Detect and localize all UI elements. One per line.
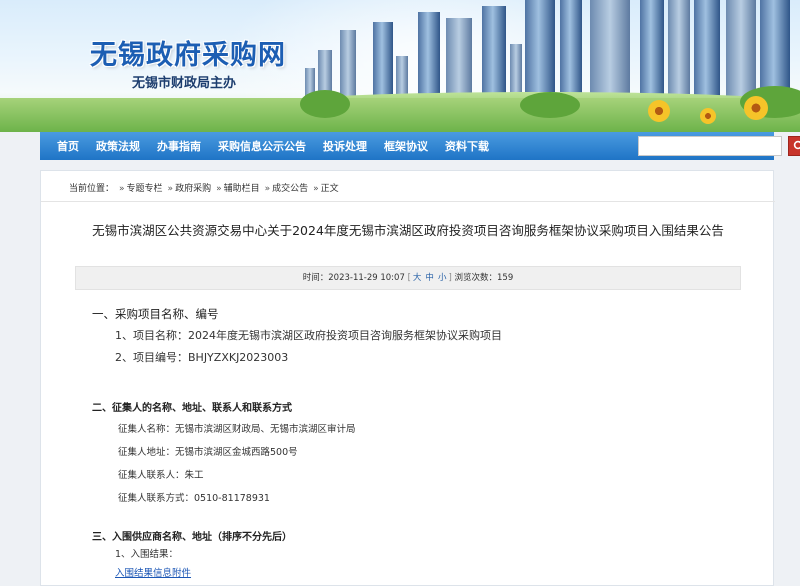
article-panel: 当前位置：» 专题专栏» 政府采购» 辅助栏目» 成交公告» 正文 无锡市滨湖区公共资源交… <box>40 170 775 586</box>
font-size-close: ] <box>448 273 452 283</box>
breadcrumb-separator: » <box>216 184 222 194</box>
building-decor <box>446 18 472 102</box>
building-decor <box>340 30 356 102</box>
nav-item-policies[interactable]: 政策法规 <box>96 138 140 154</box>
search-button[interactable] <box>788 136 800 156</box>
search-input[interactable] <box>638 136 782 156</box>
building-decor <box>418 12 440 102</box>
font-size-small[interactable]: 小 <box>438 273 447 283</box>
body-line: 征集人名称：无锡市滨湖区财政局、无锡市滨湖区审计局 <box>118 424 356 435</box>
main-nav: 首页 政策法规 办事指南 采购信息公示公告 投诉处理 框架协议 资料下载 <box>40 132 800 160</box>
body-line: 征集人联系方式：0510-81178931 <box>118 493 270 504</box>
meta-time: 2023-11-29 10:07 <box>328 273 405 283</box>
views-label: 浏览次数： <box>454 273 497 283</box>
body-line: 征集人地址：无锡市滨湖区金城西路500号 <box>118 447 298 458</box>
body-line: 1、入围结果： <box>115 549 179 560</box>
article-meta: 时间：2023-11-29 10:07 [大中小] 浏览次数：159 <box>75 266 741 290</box>
nav-item-framework[interactable]: 框架协议 <box>384 138 428 154</box>
header-banner: 无锡政府采购网 无锡市财政局主办 <box>0 0 800 132</box>
breadcrumb-separator: » <box>313 184 319 194</box>
building-decor <box>668 0 690 102</box>
sunflower-decor <box>648 100 670 122</box>
site-subtitle: 无锡市财政局主办 <box>132 76 237 91</box>
tree-decor <box>520 92 580 118</box>
search-icon <box>793 140 800 150</box>
nav-item-downloads[interactable]: 资料下载 <box>445 138 489 154</box>
breadcrumb-item-current: 正文 <box>320 184 339 194</box>
font-size-large[interactable]: 大 <box>413 273 422 283</box>
building-decor <box>373 22 393 102</box>
site-title: 无锡政府采购网 <box>90 40 286 71</box>
breadcrumb-prefix: 当前位置： <box>69 184 115 194</box>
breadcrumb-divider <box>41 201 775 202</box>
building-decor <box>482 6 506 102</box>
breadcrumb: 当前位置：» 专题专栏» 政府采购» 辅助栏目» 成交公告» 正文 <box>69 181 341 194</box>
body-line: 征集人联系人：朱工 <box>118 470 204 481</box>
breadcrumb-item-auxiliary[interactable]: 辅助栏目 <box>224 184 260 194</box>
breadcrumb-separator: » <box>167 184 174 194</box>
font-size-medium[interactable]: 中 <box>425 273 434 283</box>
breadcrumb-item-topics[interactable]: 专题专栏 <box>127 184 163 194</box>
breadcrumb-item-deals[interactable]: 成交公告 <box>272 184 308 194</box>
section-heading: 一、采购项目名称、编号 <box>92 307 219 321</box>
meta-time-label: 时间： <box>302 273 329 283</box>
nav-item-guide[interactable]: 办事指南 <box>157 138 201 154</box>
nav-item-complaints[interactable]: 投诉处理 <box>323 138 367 154</box>
building-decor <box>694 0 720 102</box>
building-decor <box>640 0 664 102</box>
body-line: 2、项目编号：BHJYZXKJ2023003 <box>115 351 289 364</box>
building-decor <box>726 0 756 102</box>
nav-item-home[interactable]: 首页 <box>57 138 79 154</box>
sunflower-decor <box>700 108 716 124</box>
font-size-open: [ <box>407 273 411 283</box>
building-decor <box>525 0 555 102</box>
building-decor <box>590 0 630 102</box>
nav-item-announcements[interactable]: 采购信息公示公告 <box>218 138 306 154</box>
sunflower-decor <box>744 96 768 120</box>
breadcrumb-separator: » <box>264 184 271 194</box>
grass-ground <box>0 98 800 132</box>
tree-decor <box>300 90 350 118</box>
body-line: 1、项目名称：2024年度无锡市滨湖区政府投资项目咨询服务框架协议采购项目 <box>115 329 502 342</box>
section-heading: 二、征集人的名称、地址、联系人和联系方式 <box>92 403 292 414</box>
breadcrumb-item-procurement[interactable]: 政府采购 <box>175 184 211 194</box>
breadcrumb-separator: » <box>119 184 125 194</box>
section-heading: 三、入围供应商名称、地址（排序不分先后） <box>92 532 292 543</box>
article-title: 无锡市滨湖区公共资源交易中心关于2024年度无锡市滨湖区政府投资项目咨询服务框架… <box>92 223 724 238</box>
attachment-link[interactable]: 入围结果信息附件 <box>115 565 191 579</box>
views-count: 159 <box>497 273 514 283</box>
building-decor <box>560 0 582 102</box>
